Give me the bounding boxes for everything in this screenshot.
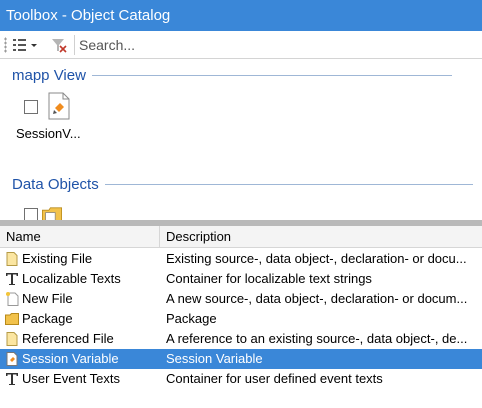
table-row[interactable]: New File A new source-, data object-, de… bbox=[0, 289, 482, 309]
folder-icon bbox=[5, 313, 19, 325]
item-checkbox[interactable] bbox=[24, 100, 38, 114]
object-table: Name Description Existing File Existing … bbox=[0, 226, 482, 408]
row-name: Localizable Texts bbox=[22, 271, 121, 286]
filter-clear-button[interactable] bbox=[48, 35, 70, 55]
file-icon bbox=[6, 252, 18, 266]
row-name: New File bbox=[22, 291, 73, 306]
toolbar bbox=[0, 31, 482, 59]
row-description: Session Variable bbox=[166, 351, 263, 366]
toolbar-separator bbox=[74, 35, 75, 55]
table-row[interactable]: Existing File Existing source-, data obj… bbox=[0, 249, 482, 269]
row-description: Container for user defined event texts bbox=[166, 371, 383, 386]
table-row[interactable]: User Event Texts Container for user defi… bbox=[0, 369, 482, 389]
group-divider bbox=[104, 183, 473, 185]
catalog-item-package[interactable] bbox=[12, 200, 82, 220]
filter-clear-icon bbox=[52, 39, 67, 53]
group-title: mapp View bbox=[12, 66, 86, 84]
table-row[interactable]: Package Package bbox=[0, 309, 482, 329]
file-icon bbox=[6, 332, 18, 346]
group-divider bbox=[91, 74, 452, 76]
row-description: Package bbox=[166, 311, 217, 326]
text-t-icon bbox=[6, 373, 18, 385]
window-title: Toolbox - Object Catalog bbox=[0, 0, 482, 31]
new-file-icon bbox=[6, 292, 19, 306]
table-row-selected[interactable]: Session Variable Session Variable bbox=[0, 349, 482, 369]
view-options-button[interactable] bbox=[10, 35, 40, 55]
text-t-icon bbox=[6, 273, 18, 285]
catalog-item-session-variable[interactable]: SessionV... bbox=[12, 92, 82, 144]
table-header: Name Description bbox=[0, 226, 482, 248]
package-folder-icon bbox=[42, 207, 62, 220]
view-options-icon bbox=[13, 39, 37, 51]
column-header-name[interactable]: Name bbox=[0, 226, 160, 247]
group-header-data-objects[interactable]: Data Objects bbox=[12, 174, 473, 194]
session-variable-file-icon bbox=[48, 92, 70, 120]
row-description: A reference to an existing source-, data… bbox=[166, 331, 468, 346]
search-input[interactable] bbox=[76, 33, 482, 56]
column-header-description[interactable]: Description bbox=[160, 226, 481, 247]
row-name: Existing File bbox=[22, 251, 93, 266]
group-title: Data Objects bbox=[12, 175, 99, 193]
group-header-mapp-view[interactable]: mapp View bbox=[12, 65, 452, 85]
item-label: SessionV... bbox=[16, 126, 81, 141]
row-name: User Event Texts bbox=[22, 371, 121, 386]
row-description: Existing source-, data object-, declarat… bbox=[166, 251, 467, 266]
toolbar-grip[interactable] bbox=[4, 37, 7, 53]
row-name: Package bbox=[22, 311, 73, 326]
table-row[interactable]: Referenced File A reference to an existi… bbox=[0, 329, 482, 349]
row-description: Container for localizable text strings bbox=[166, 271, 372, 286]
row-description: A new source-, data object-, declaration… bbox=[166, 291, 468, 306]
row-name: Session Variable bbox=[22, 351, 119, 366]
item-checkbox[interactable] bbox=[24, 208, 38, 220]
table-row[interactable]: Localizable Texts Container for localiza… bbox=[0, 269, 482, 289]
session-variable-icon bbox=[6, 352, 18, 366]
row-name: Referenced File bbox=[22, 331, 114, 346]
object-catalog: mapp View SessionV... Data Objects bbox=[0, 60, 482, 220]
